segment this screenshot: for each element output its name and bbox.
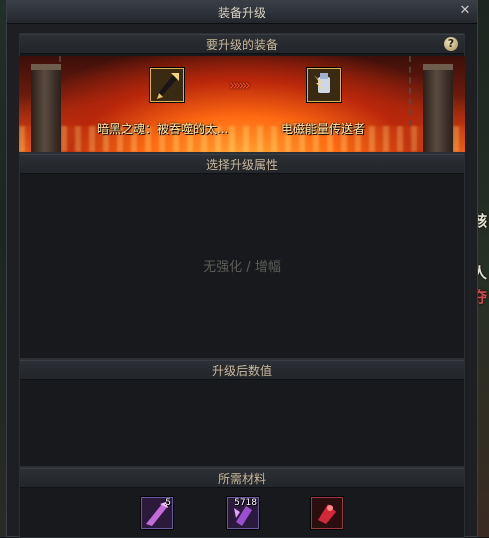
materials-section-title: 所需材料 — [217, 472, 266, 486]
dark-spear-item-icon — [151, 69, 183, 101]
attributes-empty-hint: 无强化 / 增幅 — [203, 260, 281, 275]
material-count: 5 — [165, 498, 171, 508]
lava-glow — [19, 126, 465, 152]
help-icon[interactable]: ? — [444, 37, 458, 51]
material-slot[interactable] — [311, 497, 343, 529]
target-item-slot[interactable] — [307, 68, 341, 102]
equipment-section-title: 要升级的装备 — [205, 38, 278, 52]
pillar-decoration-left — [31, 64, 61, 152]
close-icon[interactable]: ✕ — [458, 4, 472, 18]
source-item-name: 暗黑之魂：被吞噬的太... — [97, 122, 229, 136]
upgrade-arrow-icon: »»» — [229, 76, 250, 94]
chain-decoration — [59, 56, 97, 126]
source-item-slot[interactable] — [150, 68, 184, 102]
material-slot[interactable]: 5718 — [227, 497, 259, 529]
material-slot[interactable]: 5 — [141, 497, 173, 529]
equipment-upgrade-window: 装备升级 ✕ 要升级的装备 ? »»» 暗黑之魂：被吞噬的太... 电磁能量传送… — [6, 0, 478, 538]
after-values-section-header: 升级后数值 — [20, 360, 464, 380]
attributes-section-title: 选择升级属性 — [205, 158, 278, 172]
lava-banner: »»» 暗黑之魂：被吞噬的太... 电磁能量传送者 — [19, 56, 465, 152]
attributes-section-header: 选择升级属性 — [20, 154, 464, 174]
window-title: 装备升级 — [217, 6, 266, 20]
window-titlebar[interactable]: 装备升级 ✕ — [7, 1, 477, 24]
electro-glove-item-icon — [308, 69, 340, 101]
after-values-panel: 升级后数值 — [19, 359, 465, 467]
materials-section-header: 所需材料 — [20, 468, 464, 488]
after-values-section-title: 升级后数值 — [211, 364, 272, 378]
target-item-name: 电磁能量传送者 — [281, 122, 366, 136]
material-count: 5718 — [234, 498, 257, 508]
pillar-decoration-right — [423, 64, 453, 152]
equipment-section-header: 要升级的装备 ? — [20, 34, 464, 54]
red-essence-material-icon — [312, 498, 342, 528]
